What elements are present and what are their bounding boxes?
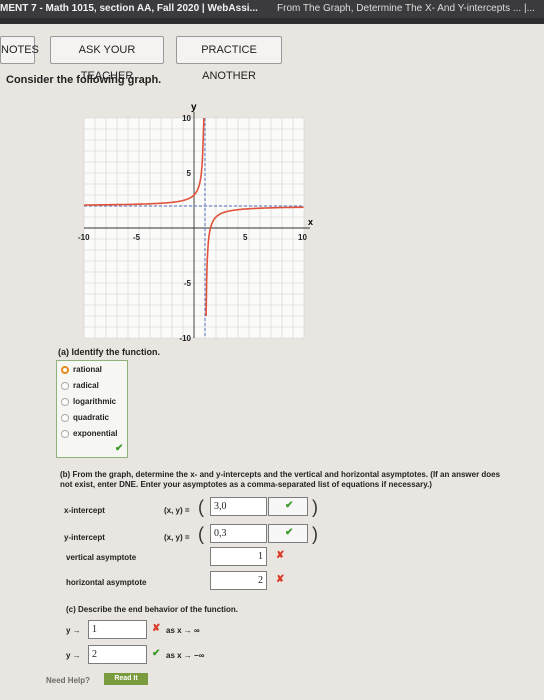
y-tick-label: -5: [184, 279, 192, 288]
option-rational[interactable]: rational: [61, 365, 102, 374]
x-intercept-input[interactable]: 3,0: [210, 497, 267, 516]
horizontal-asymptote-input[interactable]: 2: [210, 571, 267, 590]
end-behavior-input-1[interactable]: 1: [88, 620, 147, 639]
option-label: rational: [73, 365, 102, 374]
option-label: exponential: [73, 429, 118, 438]
y-tick-label: -10: [179, 334, 191, 343]
read-it-button[interactable]: Read It: [104, 673, 148, 685]
x-tick-label: -5: [133, 233, 141, 242]
y-tick-label: 10: [182, 114, 191, 123]
xy-label: (x, y) =: [164, 533, 190, 542]
option-logarithmic[interactable]: logarithmic: [61, 397, 116, 406]
option-exponential[interactable]: exponential: [61, 429, 117, 438]
vertical-asymptote-input[interactable]: 1: [210, 547, 267, 566]
option-label: quadratic: [73, 413, 110, 422]
question-prompt: Consider the following graph.: [6, 74, 162, 86]
y-intercept-label: y-intercept: [64, 533, 105, 542]
x-axis-label: x: [308, 217, 313, 227]
vertical-asymptote-label: vertical asymptote: [66, 553, 137, 562]
end-behavior-prefix: y →: [66, 651, 81, 660]
function-graph: y x -10 -5 5 10 10 5 -5 -10: [78, 102, 313, 343]
radio-icon[interactable]: [61, 397, 69, 406]
radio-icon[interactable]: [61, 381, 69, 390]
part-a-title: (a) Identify the function.: [58, 347, 160, 357]
tab-other-question[interactable]: From The Graph, Determine The X- And Y-i…: [277, 3, 535, 14]
radio-icon[interactable]: [61, 429, 69, 438]
radio-icon[interactable]: [61, 413, 69, 422]
x-tick-label: 5: [243, 233, 248, 242]
end-behavior-input-2[interactable]: 2: [88, 645, 147, 664]
y-intercept-status-box: ✔: [268, 524, 308, 543]
option-quadratic[interactable]: quadratic: [61, 413, 109, 422]
correct-check-icon: ✔: [285, 500, 294, 511]
horizontal-asymptote-label: horizontal asymptote: [66, 578, 147, 587]
tab-strip: [0, 18, 544, 24]
xy-label: (x, y) =: [164, 506, 190, 515]
notes-button[interactable]: NOTES: [0, 36, 39, 64]
correct-check-icon: ✔: [285, 527, 294, 538]
correct-check-icon: ✔: [115, 443, 124, 454]
incorrect-x-icon: ✘: [276, 550, 285, 561]
part-c-title: (c) Describe the end behavior of the fun…: [66, 605, 239, 614]
incorrect-x-icon: ✘: [152, 623, 161, 634]
function-type-options: rational radical logarithmic quadratic e…: [56, 360, 128, 458]
practice-another-button[interactable]: PRACTICE ANOTHER: [176, 36, 282, 82]
option-radical[interactable]: radical: [61, 381, 99, 390]
end-behavior-suffix: as x → ∞: [166, 626, 200, 635]
option-label: logarithmic: [73, 397, 117, 406]
y-intercept-input[interactable]: 0,3: [210, 524, 267, 543]
x-tick-label: 10: [298, 233, 307, 242]
part-b-instructions: (b) From the graph, determine the x- and…: [60, 470, 501, 489]
x-tick-label: -10: [78, 233, 90, 242]
end-behavior-prefix: y →: [66, 626, 81, 635]
incorrect-x-icon: ✘: [276, 574, 285, 585]
ask-teacher-button[interactable]: ASK YOUR TEACHER: [50, 36, 164, 82]
end-behavior-suffix: as x → −∞: [166, 651, 205, 660]
close-paren: ): [312, 524, 318, 544]
option-label: radical: [73, 381, 99, 390]
need-help-label: Need Help?: [46, 676, 91, 685]
open-paren: (: [198, 497, 204, 517]
browser-tab-bar: MENT 7 - Math 1015, section AA, Fall 202…: [0, 0, 544, 24]
open-paren: (: [198, 524, 204, 544]
correct-check-icon: ✔: [152, 648, 161, 659]
radio-selected-icon[interactable]: [61, 365, 69, 374]
x-intercept-label: x-intercept: [64, 506, 105, 515]
y-tick-label: 5: [187, 169, 192, 178]
close-paren: ): [312, 497, 318, 517]
y-axis-label: y: [191, 102, 197, 113]
tab-webassign[interactable]: MENT 7 - Math 1015, section AA, Fall 202…: [0, 3, 258, 14]
x-intercept-status-box: ✔: [268, 497, 308, 516]
